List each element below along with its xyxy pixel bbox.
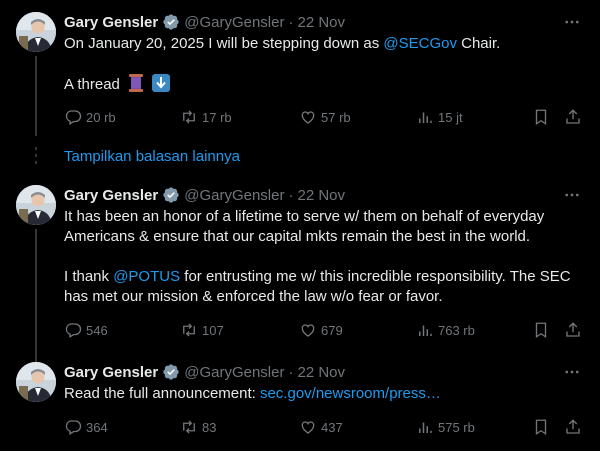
tweet-date[interactable]: 22 Nov bbox=[297, 14, 345, 31]
view-count: 575 rb bbox=[438, 419, 475, 435]
tweet-text-paragraph-1: It has been an honor of a lifetime to se… bbox=[64, 208, 545, 245]
avatar[interactable] bbox=[16, 12, 56, 52]
reply-button[interactable]: 546 bbox=[64, 320, 108, 340]
view-count: 763 rb bbox=[438, 322, 475, 338]
verified-badge-icon bbox=[162, 13, 180, 31]
author-name[interactable]: Gary Gensler bbox=[64, 14, 158, 31]
more-options-icon[interactable] bbox=[560, 12, 584, 32]
tweet-actions: 20 rb 17 rb 57 rb 15 jt bbox=[64, 107, 584, 127]
reply-icon bbox=[65, 110, 82, 125]
repost-button[interactable]: 83 bbox=[180, 417, 216, 437]
repost-count: 107 bbox=[202, 322, 224, 338]
tweet-actions: 364 83 437 575 rb bbox=[64, 417, 584, 437]
repost-count: 83 bbox=[202, 419, 217, 435]
reply-icon bbox=[65, 420, 82, 435]
reply-button[interactable]: 20 rb bbox=[64, 107, 116, 127]
repost-icon bbox=[183, 420, 195, 434]
share-icon bbox=[566, 419, 580, 434]
thread-line bbox=[35, 56, 37, 136]
thread-dots bbox=[35, 147, 37, 168]
bookmark-button[interactable] bbox=[532, 107, 554, 127]
heart-icon bbox=[301, 421, 315, 434]
tweet-text-part: Read the full announcement: bbox=[64, 385, 260, 402]
verified-badge-icon bbox=[162, 363, 180, 381]
views-icon bbox=[419, 325, 432, 336]
down-arrow-icon bbox=[152, 74, 171, 92]
views-button[interactable]: 575 rb bbox=[416, 417, 475, 437]
like-count: 57 rb bbox=[321, 109, 351, 125]
bookmark-icon bbox=[535, 109, 547, 126]
repost-count: 17 rb bbox=[202, 109, 232, 125]
mention-link[interactable]: @POTUS bbox=[113, 268, 180, 285]
reply-count: 546 bbox=[86, 322, 108, 338]
reply-count: 364 bbox=[86, 419, 108, 435]
view-count: 15 jt bbox=[438, 109, 463, 125]
thread-label: A thread bbox=[64, 76, 120, 93]
share-icon bbox=[566, 109, 580, 124]
bookmark-button[interactable] bbox=[532, 417, 554, 437]
heart-icon bbox=[301, 324, 315, 337]
tweet-header: Gary Gensler @GaryGensler · 22 Nov bbox=[64, 12, 345, 32]
like-count: 437 bbox=[321, 419, 343, 435]
bookmark-icon bbox=[535, 322, 547, 339]
bookmark-icon bbox=[535, 419, 547, 436]
separator-dot: · bbox=[288, 13, 294, 31]
share-button[interactable] bbox=[564, 320, 586, 340]
tweet-text-paragraph-2: I thank @POTUS for entrusting me w/ this… bbox=[64, 267, 589, 307]
repost-button[interactable]: 17 rb bbox=[180, 107, 232, 127]
views-icon bbox=[419, 112, 432, 123]
heart-icon bbox=[301, 111, 315, 124]
tweet-text-line2: A thread bbox=[64, 74, 589, 95]
like-button[interactable]: 679 bbox=[299, 320, 343, 340]
more-options-icon[interactable] bbox=[560, 185, 584, 205]
reply-button[interactable]: 364 bbox=[64, 417, 108, 437]
thread-line bbox=[35, 229, 37, 368]
separator-dot: · bbox=[288, 186, 294, 204]
repost-icon bbox=[183, 110, 195, 124]
verified-badge-icon bbox=[162, 186, 180, 204]
tweet-header: Gary Gensler @GaryGensler · 22 Nov bbox=[64, 362, 345, 382]
separator-dot: · bbox=[288, 363, 294, 381]
tweet-actions: 546 107 679 763 rb bbox=[64, 320, 584, 340]
tweet-header: Gary Gensler @GaryGensler · 22 Nov bbox=[64, 185, 345, 205]
like-button[interactable]: 57 rb bbox=[299, 107, 351, 127]
tweet-text-part: On January 20, 2025 I will be stepping d… bbox=[64, 35, 384, 52]
share-button[interactable] bbox=[564, 107, 586, 127]
views-icon bbox=[419, 422, 432, 433]
tweet-text: Read the full announcement: sec.gov/news… bbox=[64, 384, 589, 404]
avatar[interactable] bbox=[16, 362, 56, 402]
author-handle[interactable]: @GaryGensler bbox=[184, 364, 284, 381]
views-button[interactable]: 15 jt bbox=[416, 107, 463, 127]
show-more-replies-link[interactable]: Tampilkan balasan lainnya bbox=[64, 146, 240, 166]
reply-icon bbox=[65, 323, 82, 338]
repost-button[interactable]: 107 bbox=[180, 320, 224, 340]
author-name[interactable]: Gary Gensler bbox=[64, 364, 158, 381]
author-name[interactable]: Gary Gensler bbox=[64, 187, 158, 204]
tweet-text: On January 20, 2025 I will be stepping d… bbox=[64, 34, 589, 54]
bookmark-button[interactable] bbox=[532, 320, 554, 340]
views-button[interactable]: 763 rb bbox=[416, 320, 475, 340]
share-icon bbox=[566, 322, 580, 337]
tweet-date[interactable]: 22 Nov bbox=[297, 364, 345, 381]
author-handle[interactable]: @GaryGensler bbox=[184, 187, 284, 204]
like-button[interactable]: 437 bbox=[299, 417, 343, 437]
tweet-text-part: Chair. bbox=[456, 35, 501, 52]
more-options-icon[interactable] bbox=[560, 362, 584, 382]
author-handle[interactable]: @GaryGensler bbox=[184, 14, 284, 31]
spool-of-thread-icon bbox=[128, 74, 144, 92]
repost-icon bbox=[183, 323, 195, 337]
share-button[interactable] bbox=[564, 417, 586, 437]
mention-link[interactable]: @SECGov bbox=[383, 35, 457, 52]
external-link[interactable]: sec.gov/newsroom/press… bbox=[260, 385, 441, 402]
avatar[interactable] bbox=[16, 185, 56, 225]
tweet-date[interactable]: 22 Nov bbox=[297, 187, 345, 204]
like-count: 679 bbox=[321, 322, 343, 338]
tweet-text-part: I thank bbox=[64, 268, 114, 285]
reply-count: 20 rb bbox=[86, 109, 116, 125]
